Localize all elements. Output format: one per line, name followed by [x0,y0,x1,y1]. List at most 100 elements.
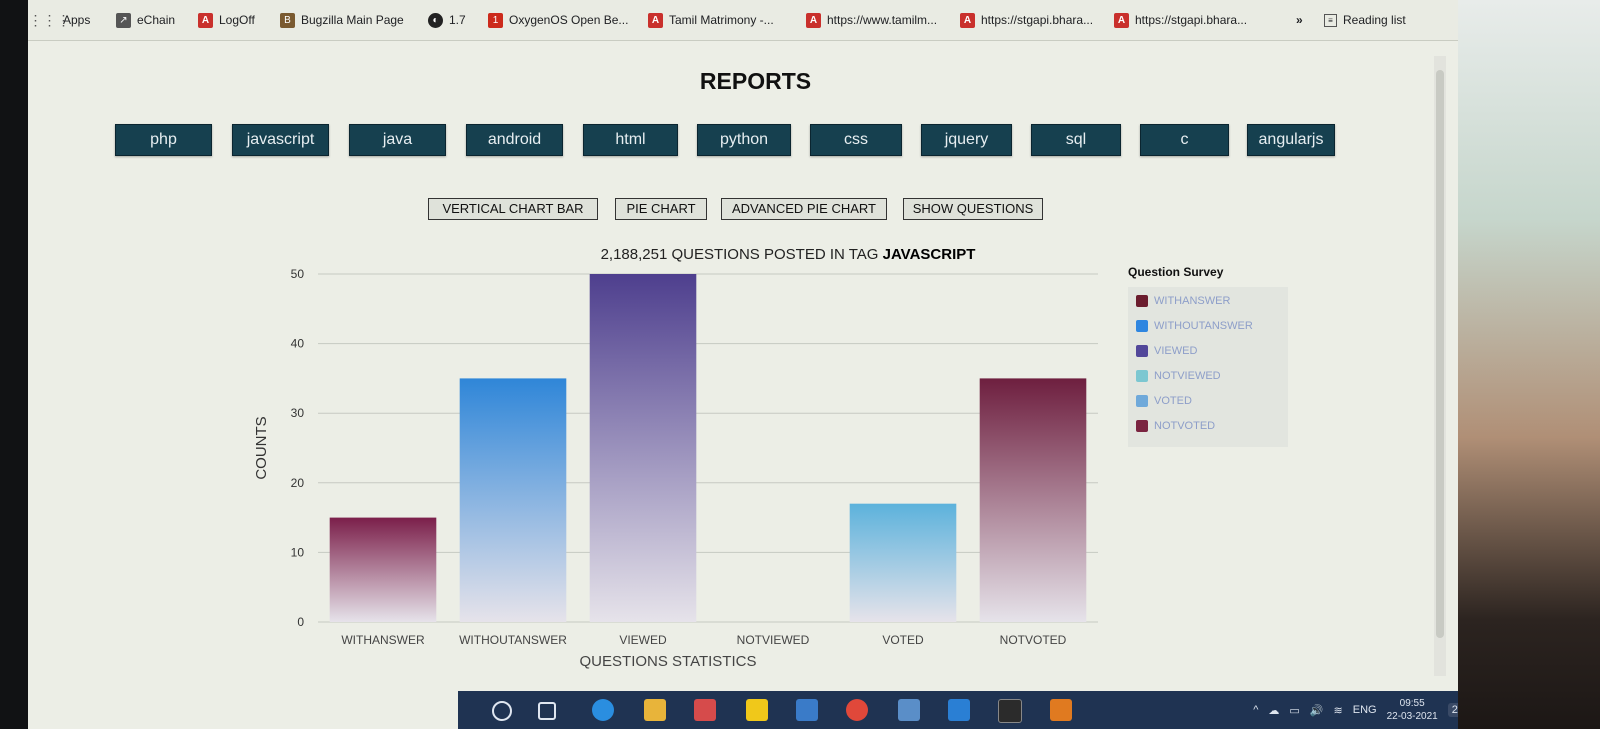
echain-icon: ↗ [116,12,131,28]
y-tick-label: 30 [291,406,305,420]
sticky-notes-icon[interactable] [746,699,768,721]
volume-icon[interactable]: 🔊 [1310,704,1324,717]
tag-button-angularjs[interactable]: angularjs [1247,124,1335,156]
chart-type-buttons: VERTICAL CHART BAR PIE CHART ADVANCED PI… [28,198,1458,222]
site-icon: A [1114,12,1129,28]
show-questions-button[interactable]: SHOW QUESTIONS [903,198,1043,220]
clock[interactable]: 09:55 22-03-2021 [1387,697,1438,723]
bar-notvoted[interactable] [979,378,1087,622]
clock-date: 22-03-2021 [1386,711,1438,722]
tag-button-javascript[interactable]: javascript [232,124,329,156]
bar-viewed[interactable] [589,274,697,622]
system-tray: ^ ☁ ▭ 🔊 ≋ ENG 09:55 22-03-2021 21 [1253,697,1458,723]
tamil-matrimony-icon: A [648,12,663,28]
pie-chart-button[interactable]: PIE CHART [615,198,707,220]
bookmark-label: https://stgapi.bhara... [1135,13,1248,27]
bookmark-tamilm-url[interactable]: A https://www.tamilm... [806,10,937,30]
search-icon[interactable] [492,701,512,721]
tag-button-python[interactable]: python [697,124,791,156]
legend-item-withoutanswer[interactable]: WITHOUTANSWER [1136,318,1253,334]
page-scrollbar[interactable] [1434,56,1446,676]
reading-list-label: Reading list [1343,13,1406,27]
overflow-chevron-icon: » [1296,13,1303,27]
x-axis-label: QUESTIONS STATISTICS [580,653,757,670]
chart-legend: WITHANSWER WITHOUTANSWER VIEWED NOTVIEWED VO… [1128,287,1288,447]
bookmark-oxygenos[interactable]: 1 OxygenOS Open Be... [488,10,628,30]
legend-item-withanswer[interactable]: WITHANSWER [1136,293,1230,309]
language-indicator[interactable]: ENG [1353,704,1377,716]
battery-icon[interactable]: ▭ [1289,704,1299,717]
sublime-icon[interactable] [1050,699,1072,721]
bookmark-bugzilla[interactable]: B Bugzilla Main Page [280,10,404,30]
y-tick-label: 0 [297,615,304,629]
bookmark-stgapi-2[interactable]: A https://stgapi.bhara... [1114,10,1247,30]
legend-label: VIEWED [1154,345,1198,357]
bookmarks-overflow-button[interactable]: » [1296,10,1303,30]
tag-button-c[interactable]: c [1140,124,1229,156]
y-axis-label: COUNTS [253,416,270,479]
legend-item-viewed[interactable]: VIEWED [1136,343,1197,359]
legend-swatch [1136,420,1148,432]
bookmark-apps[interactable]: ⋮⋮⋮ Apps [29,10,91,30]
tag-button-html[interactable]: html [583,124,678,156]
oxygenos-icon: 1 [488,12,503,28]
legend-label: WITHOUTANSWER [1154,320,1253,332]
tag-button-jquery[interactable]: jquery [921,124,1012,156]
vertical-chart-bar-button[interactable]: VERTICAL CHART BAR [428,198,598,220]
x-tick-label: WITHANSWER [341,633,425,647]
question-count: 2,188,251 [600,246,668,263]
tray-chevron-icon[interactable]: ^ [1253,704,1258,716]
x-tick-label: NOTVIEWED [737,633,810,647]
clock-time: 09:55 [1399,698,1425,709]
site-icon: A [960,12,975,28]
bookmark-tamil-matrimony[interactable]: A Tamil Matrimony -... [648,10,774,30]
scrollbar-thumb[interactable] [1436,70,1444,638]
chart-title: 2,188,251 QUESTIONS POSTED IN TAG JAVASC… [548,246,1028,263]
legend-item-notvoted[interactable]: NOTVOTED [1136,418,1215,434]
legend-label: VOTED [1154,395,1192,407]
y-tick-label: 50 [291,267,305,281]
legend-label: NOTVOTED [1154,420,1216,432]
y-tick-label: 40 [291,337,305,351]
teams-icon[interactable] [796,699,818,721]
chart-title-text: QUESTIONS POSTED IN TAG [671,246,879,263]
advanced-pie-chart-button[interactable]: ADVANCED PIE CHART [721,198,887,220]
tag-button-android[interactable]: android [466,124,563,156]
globe-icon: ◐ [428,12,443,28]
terminal-icon[interactable] [998,699,1022,723]
cloud-icon[interactable]: ☁ [1268,704,1279,717]
bookmark-logoff[interactable]: A LogOff [198,10,255,30]
legend-item-voted[interactable]: VOTED [1136,393,1192,409]
bar-withoutanswer[interactable] [459,378,567,622]
logoff-icon: A [198,12,213,28]
bar-voted[interactable] [849,503,957,622]
network-app-icon[interactable] [898,699,920,721]
tag-button-sql[interactable]: sql [1031,124,1121,156]
vscode-icon[interactable] [948,699,970,721]
legend-label: NOTVIEWED [1154,370,1221,382]
file-explorer-icon[interactable] [644,699,666,721]
bookmark-label: https://www.tamilm... [827,13,938,27]
bookmark-echain[interactable]: ↗ eChain [116,10,175,30]
legend-swatch [1136,370,1148,382]
store-icon[interactable] [694,699,716,721]
wifi-icon[interactable]: ≋ [1334,704,1343,717]
task-view-icon[interactable] [538,702,556,720]
bookmark-stgapi-1[interactable]: A https://stgapi.bhara... [960,10,1093,30]
x-tick-label: NOTVOTED [1000,633,1067,647]
bookmark-label: LogOff [219,13,255,27]
tag-button-css[interactable]: css [810,124,902,156]
bar-withanswer[interactable] [329,517,437,622]
bookmarks-bar: ⋮⋮⋮ Apps ↗ eChain A LogOff B Bugzilla Ma… [28,0,1458,41]
tag-button-php[interactable]: php [115,124,212,156]
notifications-badge[interactable]: 21 [1447,703,1458,717]
reading-list-button[interactable]: ≡ Reading list [1324,10,1406,30]
bookmark-label: Bugzilla Main Page [301,13,404,27]
chrome-icon[interactable] [846,699,868,721]
bookmark-1-7[interactable]: ◐ 1.7 [428,10,466,30]
bookmark-label: OxygenOS Open Be... [509,13,629,27]
x-tick-label: VOTED [882,633,924,647]
legend-item-notviewed[interactable]: NOTVIEWED [1136,368,1221,384]
tag-button-java[interactable]: java [349,124,446,156]
edge-browser-icon[interactable] [592,699,614,721]
